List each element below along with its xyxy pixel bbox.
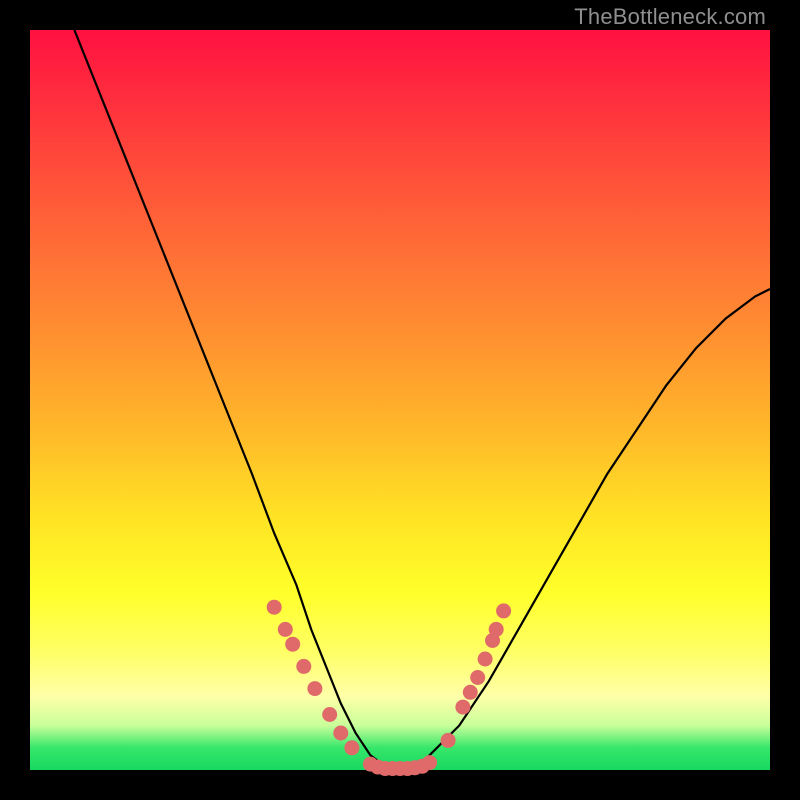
- curve-marker: [322, 707, 337, 722]
- curve-marker: [344, 740, 359, 755]
- watermark-text: TheBottleneck.com: [574, 4, 766, 30]
- chart-frame: TheBottleneck.com: [0, 0, 800, 800]
- bottleneck-curve: [74, 30, 770, 770]
- curve-svg: [30, 30, 770, 770]
- curve-marker: [455, 700, 470, 715]
- curve-marker: [470, 670, 485, 685]
- curve-marker: [307, 681, 322, 696]
- curve-marker: [278, 622, 293, 637]
- curve-markers: [267, 600, 511, 776]
- curve-marker: [463, 685, 478, 700]
- curve-marker: [296, 659, 311, 674]
- curve-marker: [422, 755, 437, 770]
- curve-marker: [478, 652, 493, 667]
- curve-marker: [267, 600, 282, 615]
- curve-marker: [489, 622, 504, 637]
- curve-marker: [333, 726, 348, 741]
- curve-marker: [496, 603, 511, 618]
- curve-marker: [441, 733, 456, 748]
- plot-area: [30, 30, 770, 770]
- curve-marker: [285, 637, 300, 652]
